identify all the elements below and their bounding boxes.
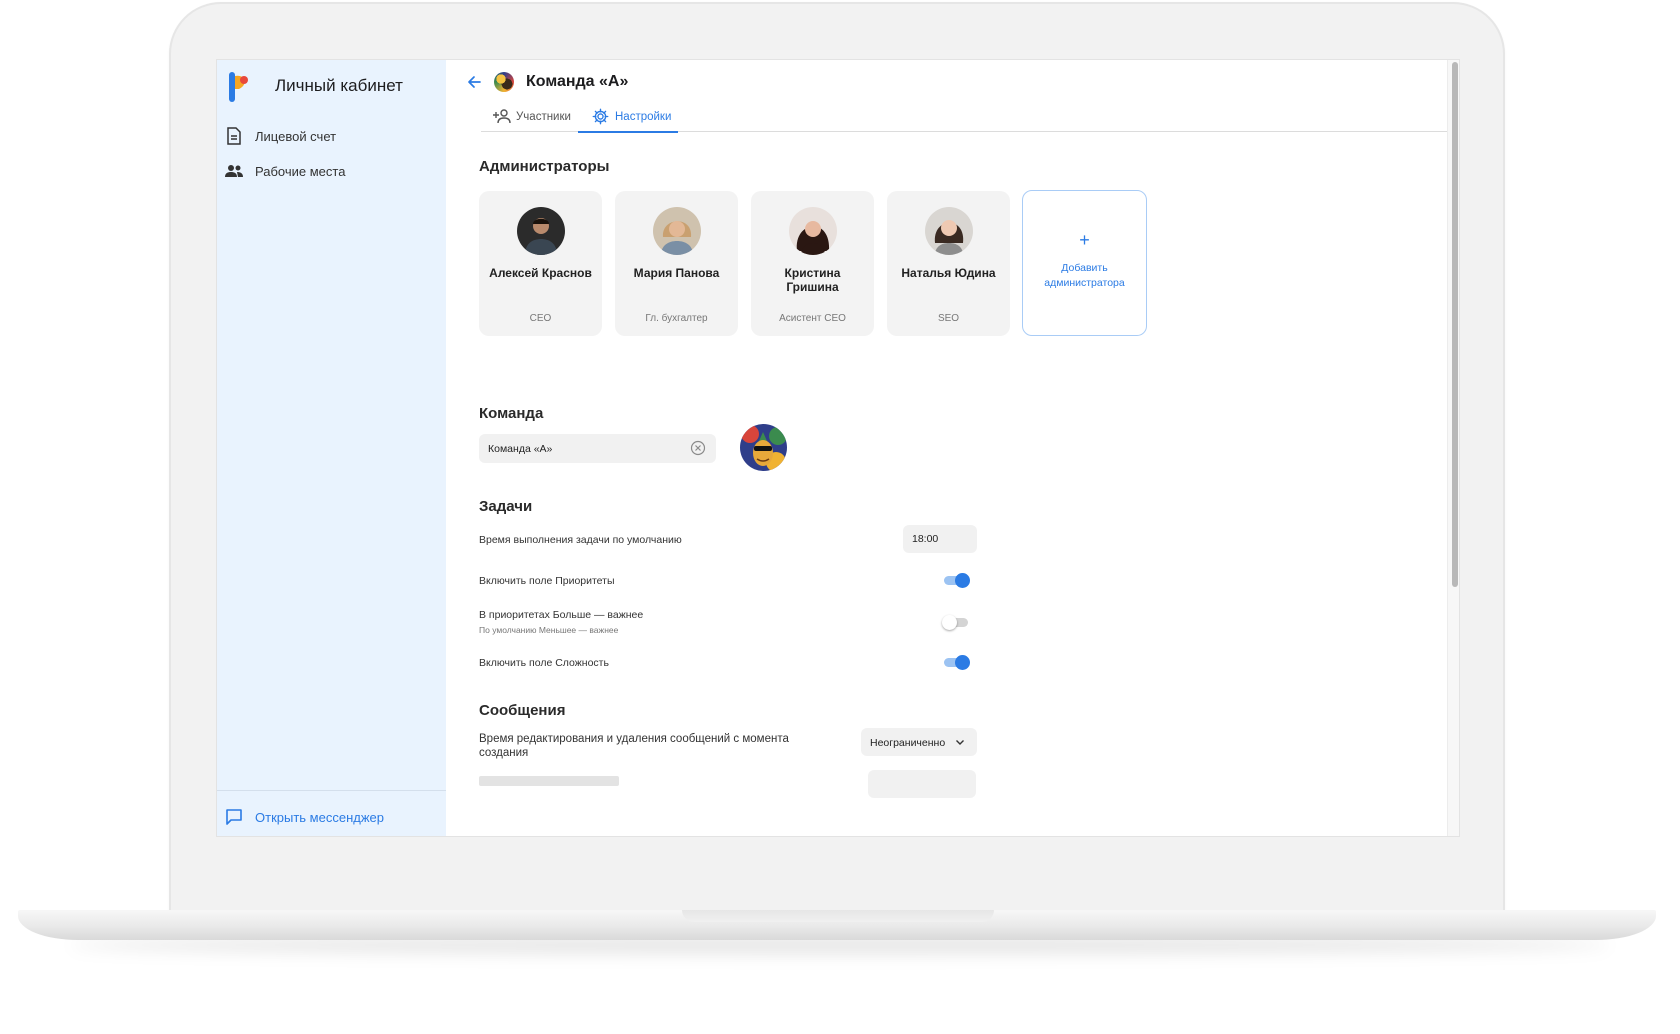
- active-tab-indicator: [578, 131, 678, 133]
- team-section-title: Команда: [479, 405, 544, 422]
- document-icon: [225, 127, 243, 145]
- sidebar-item-label: Рабочие места: [255, 163, 346, 179]
- avatar: [789, 207, 837, 255]
- add-admin-label: Добавить администратора: [1044, 262, 1125, 289]
- app-logo-icon: [227, 70, 253, 102]
- admin-card[interactable]: Алексей Краснов CEO: [479, 191, 602, 336]
- page-title: Команда «А»: [526, 73, 629, 90]
- admin-name: Кристина Гришина: [784, 266, 841, 294]
- people-icon: [225, 162, 243, 180]
- main-content: Команда «А» Участники Настройки Админист…: [446, 60, 1459, 836]
- page-header: Команда «А»: [466, 72, 628, 92]
- messenger-link-label: Открыть мессенджер: [255, 809, 384, 825]
- admin-role: CEO: [529, 313, 552, 324]
- toggle-knob: [955, 655, 970, 670]
- chevron-down-icon: [955, 737, 965, 747]
- priority-label: Включить поле Приоритеты: [479, 575, 615, 587]
- admin-card[interactable]: Наталья Юдина SEO: [887, 191, 1010, 336]
- team-name-input[interactable]: Команда «А»: [479, 434, 716, 463]
- priority-order-label: В приоритетах Больше — важнее: [479, 609, 644, 621]
- edit-time-label: Время редактирования и удаления сообщени…: [479, 733, 789, 759]
- admin-card[interactable]: Кристина Гришина Асистент CEO: [751, 191, 874, 336]
- avatar: [517, 207, 565, 255]
- edit-time-select[interactable]: Неограниченно: [861, 728, 977, 756]
- clipped-select[interactable]: [868, 770, 976, 798]
- default-time-label: Время выполнения задачи по умолчанию: [479, 534, 682, 546]
- admins-section-title: Администраторы: [479, 158, 610, 175]
- scrollbar-thumb[interactable]: [1452, 62, 1458, 587]
- admin-name: Алексей Краснов: [489, 266, 592, 280]
- tab-bar: Участники Настройки: [481, 106, 1459, 133]
- app-title: Личный кабинет: [275, 76, 403, 95]
- sidebar-item-workplaces[interactable]: Рабочие места: [225, 162, 345, 180]
- team-avatar-small: [494, 72, 514, 92]
- open-messenger-link[interactable]: Открыть мессенджер: [225, 808, 384, 826]
- sidebar-item-account[interactable]: Лицевой счет: [225, 127, 336, 145]
- add-person-icon: [493, 108, 511, 125]
- clipped-setting-label: [479, 776, 619, 786]
- admin-card[interactable]: Мария Панова Гл. бухгалтер: [615, 191, 738, 336]
- complexity-label: Включить поле Сложность: [479, 657, 609, 669]
- plus-icon: +: [1079, 230, 1090, 250]
- scrollbar[interactable]: [1447, 60, 1459, 836]
- chat-icon: [225, 808, 243, 826]
- priority-toggle[interactable]: [944, 573, 970, 588]
- tab-label: Настройки: [615, 110, 672, 123]
- tab-settings[interactable]: Настройки: [592, 108, 671, 125]
- tasks-section-title: Задачи: [479, 498, 533, 515]
- admin-role: Гл. бухгалтер: [645, 313, 708, 324]
- sidebar: Личный кабинет Лицевой счет Рабочие мест…: [217, 60, 446, 836]
- toggle-knob: [955, 573, 970, 588]
- edit-time-value: Неограниченно: [870, 737, 946, 749]
- sidebar-divider: [217, 790, 446, 791]
- avatar: [653, 207, 701, 255]
- tab-label: Участники: [516, 110, 571, 123]
- admin-name: Мария Панова: [633, 266, 720, 280]
- sidebar-item-label: Лицевой счет: [255, 128, 337, 144]
- priority-order-hint: По умолчанию Меньшее — важнее: [479, 625, 619, 635]
- avatar: [925, 207, 973, 255]
- admin-role: SEO: [937, 313, 960, 324]
- back-arrow-icon[interactable]: [466, 74, 482, 90]
- clear-icon[interactable]: [690, 440, 706, 456]
- tab-participants[interactable]: Участники: [493, 108, 571, 125]
- messages-section-title: Сообщения: [479, 702, 566, 719]
- app-screen: Личный кабинет Лицевой счет Рабочие мест…: [216, 59, 1460, 837]
- team-name-value: Команда «А»: [488, 443, 553, 455]
- priority-order-toggle[interactable]: [942, 615, 970, 630]
- default-time-input[interactable]: 18:00: [903, 525, 977, 553]
- admin-name: Наталья Юдина: [901, 266, 996, 280]
- add-admin-button[interactable]: + Добавить администратора: [1022, 190, 1147, 336]
- toggle-knob: [942, 615, 957, 630]
- laptop-notch: [682, 910, 994, 922]
- team-avatar-upload[interactable]: [740, 424, 787, 471]
- admin-role: Асистент CEO: [779, 313, 846, 324]
- complexity-toggle[interactable]: [944, 655, 970, 670]
- gear-icon: [592, 108, 609, 125]
- brand[interactable]: Личный кабинет: [227, 70, 403, 102]
